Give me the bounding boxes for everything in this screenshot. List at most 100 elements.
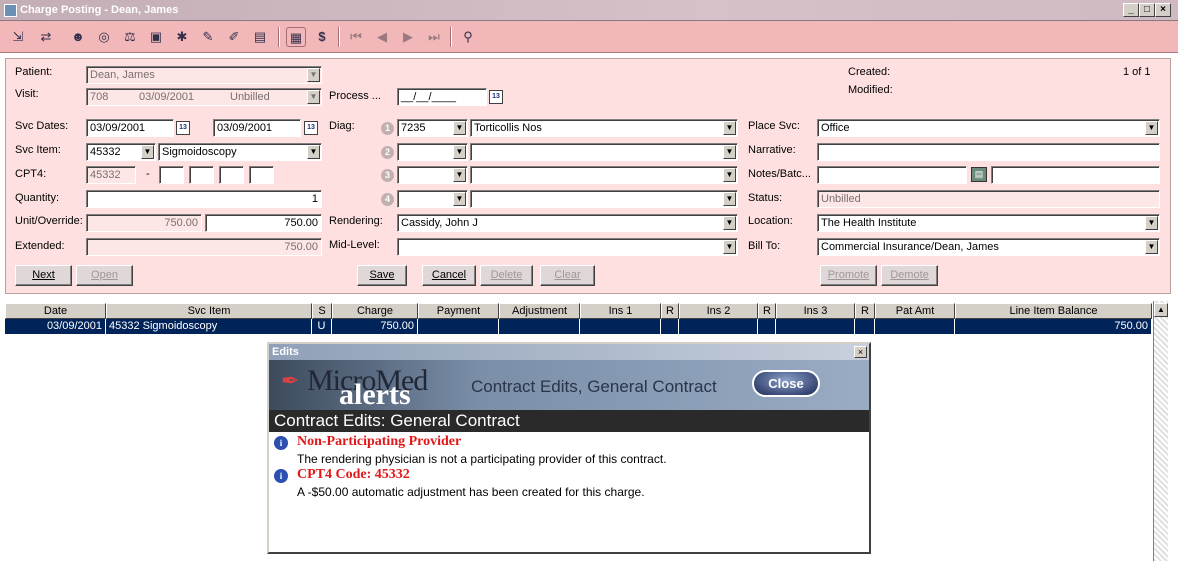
column-header-ins3[interactable]: Ins 3 [776,303,855,319]
place-svc-select[interactable]: Office ▼ [817,119,1160,137]
chevron-down-icon[interactable]: ▼ [141,145,154,159]
modifier4-field[interactable] [249,166,274,184]
midlevel-select[interactable]: ▼ [397,238,738,256]
pencil-icon[interactable]: ✐ [224,27,244,47]
diag3-code-select[interactable]: ▼ [397,166,468,184]
close-window-button[interactable]: × [1155,3,1171,17]
bank-icon[interactable]: ▣ [146,27,166,47]
chevron-down-icon[interactable]: ▼ [723,168,736,182]
column-header-svc-item[interactable]: Svc Item [106,303,312,319]
modifier3-field[interactable] [219,166,244,184]
first-icon[interactable]: ⏮ [346,27,366,47]
prev-icon[interactable]: ◀ [372,27,392,47]
chevron-down-icon[interactable]: ▼ [1145,121,1158,135]
column-header-charge[interactable]: Charge [332,303,418,319]
save-button[interactable]: Save [357,265,407,286]
chevron-down-icon[interactable]: ▼ [453,192,466,206]
batch-field[interactable] [991,166,1160,184]
codes-icon[interactable]: ✱ [172,27,192,47]
column-header-adjustment[interactable]: Adjustment [499,303,580,319]
close-icon[interactable]: × [854,346,867,358]
calculator-icon[interactable]: ▦ [286,27,306,47]
modifier2-field[interactable] [189,166,214,184]
visit-icon[interactable]: ◎ [94,27,114,47]
dollar-icon[interactable]: $ [312,27,332,47]
process-date-field[interactable]: __/__/____ [397,88,487,106]
minimize-button[interactable]: _ [1123,3,1139,17]
modifier1-field[interactable] [159,166,184,184]
diag2-code-select[interactable]: ▼ [397,143,468,161]
calendar-icon[interactable]: 13 [304,121,318,135]
diag3-desc-select[interactable]: ▼ [470,166,738,184]
column-header-payment[interactable]: Payment [418,303,499,319]
last-icon[interactable]: ⏭ [424,27,444,47]
chevron-down-icon[interactable]: ▼ [723,145,736,159]
chevron-down-icon[interactable]: ▼ [453,168,466,182]
svc-item-desc-select[interactable]: Sigmoidoscopy ▼ [158,143,322,161]
monitor-icon[interactable]: ▤ [250,27,270,47]
chevron-down-icon[interactable]: ▼ [307,68,320,82]
column-header-r1[interactable]: R [661,303,679,319]
scroll-up-icon[interactable]: ▲ [1154,303,1168,317]
bill-to-select[interactable]: Commercial Insurance/Dean, James ▼ [817,238,1160,256]
visit-select[interactable]: 708 03/09/2001 Unbilled ▼ [86,88,322,106]
delete-button[interactable]: Delete [480,265,533,286]
quantity-label: Quantity: [15,192,60,204]
calendar-icon[interactable]: 13 [489,90,503,104]
chevron-down-icon[interactable]: ▼ [723,216,736,230]
svc-item-code-select[interactable]: 45332 ▼ [86,143,156,161]
location-select[interactable]: The Health Institute ▼ [817,214,1160,232]
diag1-code-select[interactable]: 7235 ▼ [397,119,468,137]
column-header-pat-amt[interactable]: Pat Amt [875,303,955,319]
vertical-scrollbar[interactable]: ▲ [1153,301,1168,561]
svc-date-from-field[interactable]: 03/09/2001 [86,119,174,137]
column-header-date[interactable]: Date [5,303,106,319]
next-icon[interactable]: ▶ [398,27,418,47]
maximize-button[interactable]: □ [1139,3,1155,17]
next-button[interactable]: Next [15,265,72,286]
chevron-down-icon[interactable]: ▼ [723,240,736,254]
exit-icon[interactable]: ⇲ [8,27,28,47]
diag1-desc-select[interactable]: Torticollis Nos ▼ [470,119,738,137]
patient-icon[interactable]: ☻ [68,27,88,47]
chevron-down-icon[interactable]: ▼ [723,121,736,135]
demote-button[interactable]: Demote [881,265,938,286]
open-button[interactable]: Open [76,265,133,286]
column-header-ins1[interactable]: Ins 1 [580,303,661,319]
chevron-down-icon[interactable]: ▼ [453,145,466,159]
column-header-r2[interactable]: R [758,303,776,319]
notes-field[interactable] [817,166,967,184]
diag2-desc-select[interactable]: ▼ [470,143,738,161]
notes-book-icon[interactable]: ▤ [971,167,987,182]
rendering-value: Cassidy, John J [401,217,478,229]
narrative-field[interactable] [817,143,1160,161]
chevron-down-icon[interactable]: ▼ [723,192,736,206]
quantity-field[interactable]: 1 [86,190,322,208]
extended-field: 750.00 [86,238,322,256]
svc-date-to-field[interactable]: 03/09/2001 [213,119,301,137]
patient-select[interactable]: Dean, James ▼ [86,66,322,84]
pen-icon: ✒ [281,368,300,393]
rendering-select[interactable]: Cassidy, John J ▼ [397,214,738,232]
pen-icon[interactable]: ✎ [198,27,218,47]
chevron-down-icon[interactable]: ▼ [307,145,320,159]
diag4-desc-select[interactable]: ▼ [470,190,738,208]
cancel-button[interactable]: Cancel [422,265,476,286]
column-header-r3[interactable]: R [855,303,875,319]
transfer-icon[interactable]: ⇄ [36,27,56,47]
chevron-down-icon[interactable]: ▼ [307,90,320,104]
calendar-icon[interactable]: 13 [176,121,190,135]
scales-icon[interactable]: ⚖ [120,27,140,47]
promote-button[interactable]: Promote [820,265,877,286]
close-button[interactable]: Close [752,370,820,397]
chevron-down-icon[interactable]: ▼ [1145,240,1158,254]
column-header-ins2[interactable]: Ins 2 [679,303,758,319]
override-field[interactable]: 750.00 [205,214,322,232]
chevron-down-icon[interactable]: ▼ [453,121,466,135]
find-icon[interactable]: ⚲ [458,27,478,47]
column-header-s[interactable]: S [312,303,332,319]
clear-button[interactable]: Clear [540,265,595,286]
chevron-down-icon[interactable]: ▼ [1145,216,1158,230]
diag4-code-select[interactable]: ▼ [397,190,468,208]
column-header-balance[interactable]: Line Item Balance [955,303,1152,319]
